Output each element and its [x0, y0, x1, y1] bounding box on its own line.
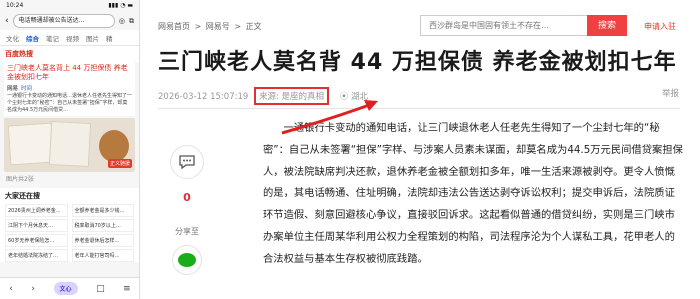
related-search-item[interactable]: 60岁无养老保险怎… [5, 234, 68, 247]
related-searches-title: 大家还在搜 [5, 192, 40, 200]
status-bar: 10:24 ▮▮▮ ◔ ▬ [0, 0, 139, 12]
divider [158, 108, 680, 109]
related-search-item[interactable]: 养老金退休后怎样… [71, 234, 134, 247]
url-field[interactable]: 电话畅通却被公告送达… [12, 14, 115, 28]
publish-date: 2026-03-12 15:07:19 [158, 92, 249, 102]
mobile-browser-panel: 10:24 ▮▮▮ ◔ ▬ ‹ 电话畅通却被公告送达… ◎ ⧉ 文化 综合 笔记… [0, 0, 140, 299]
related-searches: 大家还在搜 2026贵州上调养老金… 全额养老金是多少钱… 江阴下个月休息天… … [0, 188, 139, 262]
back-icon[interactable]: ‹ [5, 16, 9, 26]
image-caption: 图片共2张 [6, 176, 34, 183]
signal-icons: ▮▮▮ ◔ ▬ [108, 2, 133, 9]
location-icon: ⦿ [339, 92, 349, 102]
forward-arrow-icon[interactable]: › [31, 284, 35, 294]
article-title: 三门峡老人莫名背 44 万担保债 养老金被划扣七年 [158, 50, 677, 75]
menu-icon[interactable]: ≡ [123, 284, 131, 294]
breadcrumb-netease-account[interactable]: 网易号 [206, 22, 230, 31]
breadcrumb-current: 正文 [245, 22, 262, 31]
news-card-meta: 网易 时间 [7, 86, 33, 92]
related-search-item[interactable]: 税率取消70岁以上… [71, 219, 134, 232]
breadcrumb-separator: > [234, 22, 242, 31]
tab-video[interactable]: 视频 [66, 33, 79, 43]
tab-images[interactable]: 图片 [86, 33, 99, 43]
wechat-share-icon[interactable] [172, 245, 202, 275]
search-tabs: 文化 综合 笔记 视频 图片 精 [0, 30, 139, 46]
cartoon-mascot [99, 130, 129, 162]
related-search-item[interactable]: 老年人能打官司吗… [71, 249, 134, 262]
news-card-snippet: 一通银行卡变动的通知电话…退休老人任老先生得知了一个尘封七年的“秘密”：自己从未… [7, 93, 133, 113]
image-badge: 正义驰援 [107, 159, 132, 168]
comment-count[interactable]: 0 [170, 191, 204, 204]
breadcrumb-home[interactable]: 网易首页 [158, 22, 190, 31]
news-card-title[interactable]: 三门峡老人莫名背上 44 万担保债 养老金被划扣七年 [7, 64, 132, 82]
related-searches-grid: 2026贵州上调养老金… 全额养老金是多少钱… 江阴下个月休息天… 税率取消70… [5, 204, 134, 262]
document-illustration [48, 120, 92, 168]
apply-join-link[interactable]: 申请入驻 [644, 21, 676, 32]
source-label[interactable]: 来源: 是座的真相 [253, 87, 330, 105]
article-page: 网易首页 > 网易号 > 正文 搜索 申请入驻 三门峡老人莫名背 44 万担保债… [140, 0, 700, 299]
location-label: 湖北 [350, 92, 368, 102]
tabs-count-icon[interactable]: □ [96, 284, 105, 294]
related-search-item[interactable]: 2026贵州上调养老金… [5, 204, 68, 217]
report-link[interactable]: 举报 [662, 87, 679, 99]
comment-icon[interactable] [170, 145, 204, 179]
breadcrumb: 网易首页 > 网易号 > 正文 [158, 21, 264, 32]
mic-icon[interactable]: ◎ [119, 17, 125, 25]
related-search-item[interactable]: 全额养老金是多少钱… [71, 204, 134, 217]
site-search-input[interactable] [420, 15, 587, 36]
clock: 10:24 [6, 2, 24, 9]
related-search-item[interactable]: 江阴下个月休息天… [5, 219, 68, 232]
article-body: 一通银行卡变动的通知电话，让三门峡退休老人任老先生得知了一个尘封七年的“秘密”：… [263, 122, 683, 265]
tab-more[interactable]: 精 [106, 33, 113, 43]
hot-search-heading: 百度热搜 [0, 46, 139, 62]
tab-general[interactable]: 综合 [26, 33, 39, 43]
share-label: 分享至 [175, 227, 199, 236]
breadcrumb-separator: > [194, 22, 202, 31]
ai-assistant-button[interactable]: 文心 [53, 282, 78, 295]
tab-culture[interactable]: 文化 [6, 33, 19, 43]
news-card[interactable]: 三门峡老人莫名背上 44 万担保债 养老金被划扣七年 网易 时间 一通银行卡变动的… [4, 62, 135, 116]
address-bar: ‹ 电话畅通却被公告送达… ◎ ⧉ [0, 12, 139, 30]
search-button[interactable]: 搜索 [587, 15, 627, 36]
related-search-item[interactable]: 老年结婚法院冻结了… [5, 249, 68, 262]
share-sidebar: 0 分享至 [170, 145, 210, 275]
tabs-icon[interactable]: ⧉ [129, 17, 134, 26]
bottom-nav: ‹ › 文心 □ ≡ [0, 277, 139, 299]
document-illustration [7, 122, 55, 166]
news-card-image[interactable]: 正义驰援 [4, 118, 135, 172]
back-arrow-icon[interactable]: ‹ [9, 284, 13, 294]
article-meta: 2026-03-12 15:07:19 来源: 是座的真相 ⦿ 湖北 [158, 87, 368, 105]
tab-notes[interactable]: 笔记 [46, 33, 59, 43]
